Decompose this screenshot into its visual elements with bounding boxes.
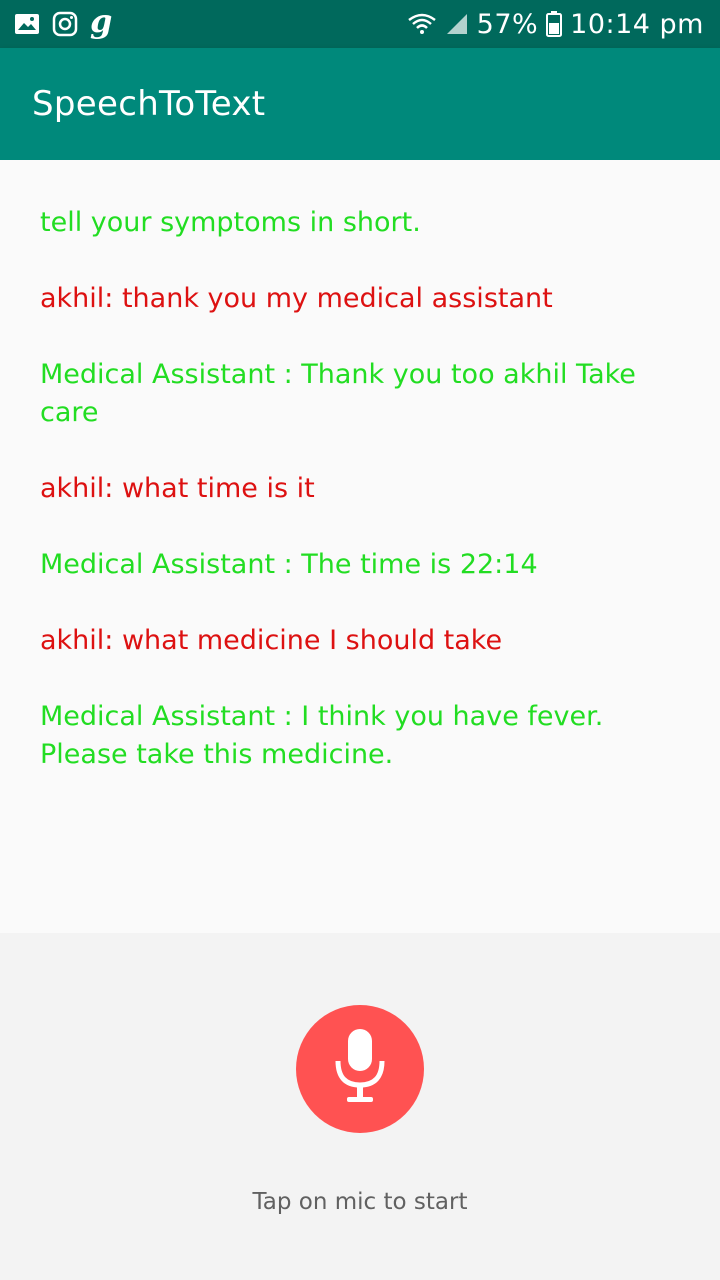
mic-hint: Tap on mic to start xyxy=(252,1189,468,1215)
battery-icon xyxy=(546,11,563,37)
chat-message: akhil: what medicine I should take xyxy=(40,625,503,656)
bottom-panel: Tap on mic to start xyxy=(0,933,720,1280)
gallery-icon xyxy=(14,12,40,36)
app-title: SpeechToText xyxy=(32,84,266,124)
chat-area: tell your symptoms in short. akhil: than… xyxy=(0,160,720,933)
signal-icon xyxy=(445,12,469,36)
chat-message: tell your symptoms in short. xyxy=(40,207,421,238)
chat-message: Medical Assistant : Thank you too akhil … xyxy=(40,359,636,428)
status-left: g xyxy=(14,5,113,37)
status-time: 10:14 pm xyxy=(570,8,704,40)
battery-percent: 57% xyxy=(476,8,539,40)
g-app-icon: g xyxy=(90,2,113,40)
chat-message: Medical Assistant : The time is 22:14 xyxy=(40,549,538,580)
status-bar: g 57% 10:14 pm xyxy=(0,0,720,48)
mic-button[interactable] xyxy=(296,1005,424,1133)
instagram-icon xyxy=(52,11,78,37)
chat-message: akhil: thank you my medical assistant xyxy=(40,283,553,314)
status-right: 57% 10:14 pm xyxy=(407,9,704,40)
chat-message: akhil: what time is it xyxy=(40,473,315,504)
app-bar: SpeechToText xyxy=(0,48,720,160)
chat-message: Medical Assistant : I think you have fev… xyxy=(40,701,604,770)
wifi-icon xyxy=(407,12,437,36)
microphone-icon xyxy=(332,1027,388,1111)
